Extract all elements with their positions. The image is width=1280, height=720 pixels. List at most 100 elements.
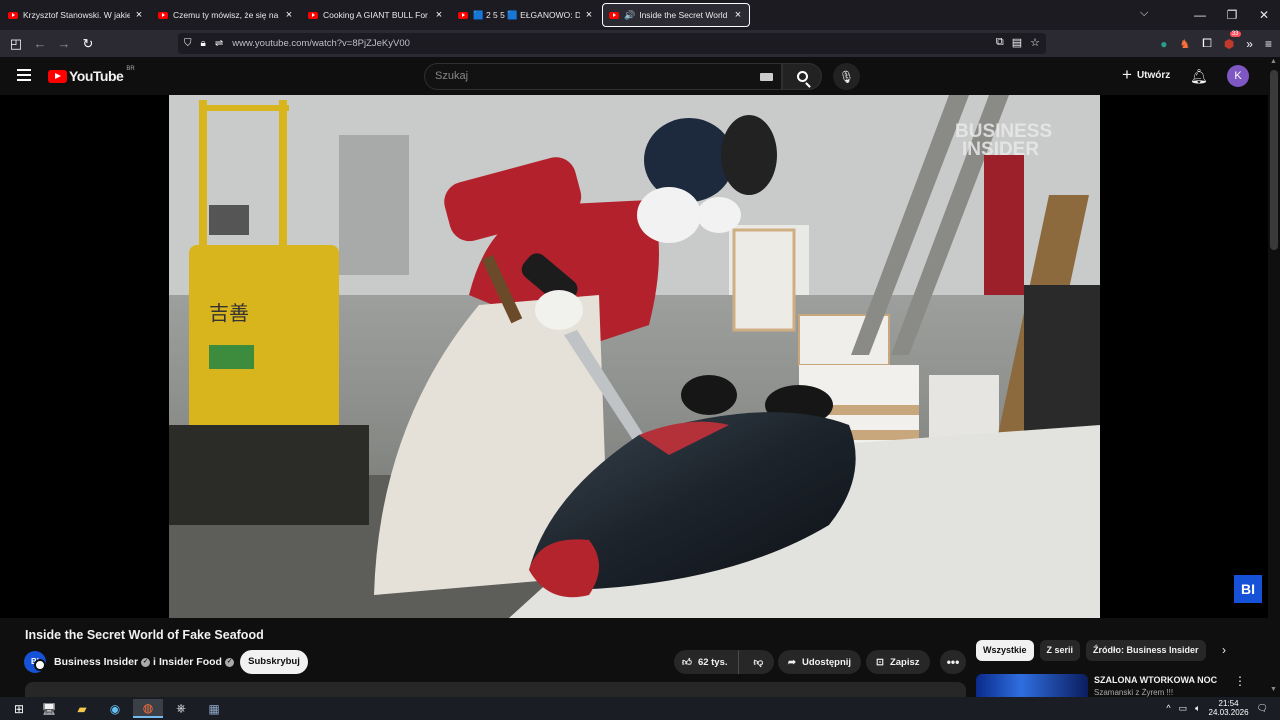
youtube-favicon-icon	[458, 11, 468, 19]
forward-icon[interactable]: →	[52, 36, 76, 51]
shield-icon[interactable]: ⛉	[184, 38, 192, 49]
windows-start-icon[interactable]: ⊞	[4, 699, 34, 718]
sidebar-toggle-icon[interactable]: ◰	[4, 36, 28, 52]
calculator-icon[interactable]: ▦	[199, 699, 229, 718]
scroll-up-arrow-icon[interactable]: ▲	[1270, 58, 1277, 65]
youtube-logo[interactable]: YouTube BR	[48, 66, 135, 84]
tab-close-icon[interactable]: ×	[584, 9, 594, 21]
search-placeholder: Szukaj	[435, 70, 469, 82]
permissions-icon[interactable]: ⇌	[215, 38, 223, 49]
fox-extension-icon[interactable]: ♞	[1179, 37, 1190, 51]
notifications-bell-icon[interactable]: 🔔︎	[1190, 68, 1208, 85]
recommendation-menu-icon[interactable]: ⋮	[1234, 674, 1246, 688]
voice-search-button[interactable]: 🎙︎	[833, 63, 860, 90]
channel-joiner: i	[153, 656, 156, 668]
video-frame-illustration: 吉善 BUSINESS INSIDER	[169, 95, 1100, 618]
plus-icon: +	[1122, 65, 1132, 84]
back-icon[interactable]: ←	[28, 36, 52, 51]
browser-navbar: ◰ ← → ↻ ⛉ 🔒︎ ⇌ www.youtube.com/watch?v=8…	[0, 30, 1280, 57]
scroll-down-arrow-icon[interactable]: ▼	[1270, 686, 1277, 693]
browser-tab[interactable]: Krzysztof Stanowski. W jakiej sp×	[2, 3, 150, 27]
channel-name-secondary[interactable]: Insider Food	[159, 656, 222, 668]
network-icon[interactable]: ▭	[1179, 703, 1188, 714]
tab-close-icon[interactable]: ×	[733, 9, 743, 21]
volume-icon[interactable]: 🔈︎	[1195, 703, 1200, 714]
video-frame[interactable]: 吉善 BUSINESS INSIDER	[169, 95, 1100, 618]
tab-close-icon[interactable]: ×	[284, 9, 294, 21]
search-button[interactable]	[782, 63, 822, 90]
collab-channel-avatar[interactable]	[34, 659, 46, 671]
channel-watermark-logo[interactable]: BI	[1234, 575, 1262, 603]
chips-next-chevron-icon[interactable]: ›	[1222, 643, 1226, 657]
youtube-header: YouTube BR Szukaj 🎙︎ + Utwórz 🔔︎ K	[0, 57, 1268, 95]
search-icon	[796, 71, 808, 82]
youtube-play-icon	[48, 69, 67, 83]
overflow-chevrons-icon[interactable]: »	[1246, 37, 1253, 51]
reader-view-icon[interactable]: ▤	[1012, 36, 1022, 49]
tab-close-icon[interactable]: ×	[434, 9, 444, 21]
url-text[interactable]: www.youtube.com/watch?v=8PjZJeKyV00	[232, 38, 410, 49]
steering-wheel-app-icon[interactable]: ⎈	[166, 699, 196, 718]
like-button[interactable]: 👍︎ 62 tys.	[674, 650, 739, 674]
recommendation-title[interactable]: SZALONA WTORKOWA NOC	[1094, 675, 1217, 685]
reload-icon[interactable]: ↻	[76, 36, 100, 52]
youtube-favicon-icon	[158, 11, 168, 19]
thumbs-up-icon: 👍︎	[682, 657, 692, 668]
picture-in-picture-icon[interactable]: ⧉	[996, 36, 1004, 49]
recommendation-thumbnail[interactable]	[976, 674, 1088, 697]
browser-tab[interactable]: 🟦 2 5 5 🟦 EŁGANOWO: D ×	[452, 3, 600, 27]
hamburger-menu-icon[interactable]	[17, 69, 31, 84]
file-explorer-icon[interactable]: ▰	[67, 699, 97, 718]
steam-icon[interactable]: ◉	[100, 699, 130, 718]
system-tray: ^ ▭ 🔈︎ 21:54 24.03.2026 🗨︎	[1166, 699, 1268, 717]
restore-icon[interactable]: ❐	[1216, 8, 1248, 22]
thumbs-down-icon: 👎︎	[753, 657, 764, 668]
vpn-extension-icon[interactable]: ●	[1160, 37, 1167, 51]
chip-series[interactable]: Z serii	[1039, 640, 1081, 661]
channel-name-primary[interactable]: Business Insider	[54, 656, 138, 668]
more-horizontal-icon: •••	[946, 655, 960, 669]
chip-all[interactable]: Wszystkie	[976, 640, 1034, 661]
video-title: Inside the Secret World of Fake Seafood	[25, 628, 264, 642]
browser-tab-active[interactable]: 🔊Inside the Secret World of F×	[602, 3, 750, 27]
scrollbar-thumb[interactable]	[1270, 70, 1278, 250]
dislike-button[interactable]: 👎︎	[745, 656, 773, 668]
chip-source[interactable]: Źródło: Business Insider	[1086, 640, 1206, 661]
like-dislike-group: 👍︎ 62 tys. 👎︎	[674, 650, 774, 674]
browser-tab[interactable]: Cooking A GIANT BULL For A G×	[302, 3, 450, 27]
ublock-extension-icon[interactable]: ⬢ 33	[1224, 30, 1241, 51]
monitor-app-icon[interactable]: 🖥︎	[34, 699, 64, 718]
tab-list-chevron-icon[interactable]: ⌵	[1140, 7, 1148, 20]
tray-overflow-chevron-icon[interactable]: ^	[1166, 703, 1170, 713]
extension-badge-count: 33	[1229, 30, 1241, 37]
youtube-favicon-icon	[308, 11, 318, 19]
search-input[interactable]: Szukaj	[424, 63, 782, 90]
create-button[interactable]: + Utwórz	[1122, 65, 1170, 84]
channel-names[interactable]: Business Insider ✓ i Insider Food ✓	[54, 656, 234, 668]
lock-icon[interactable]: 🔒︎	[201, 38, 206, 49]
description-box[interactable]	[25, 682, 966, 697]
recommendation-channel[interactable]: Szamanski z Żyrem !!!	[1094, 688, 1173, 697]
close-window-icon[interactable]: ✕	[1248, 8, 1280, 22]
keyboard-icon[interactable]	[760, 73, 773, 81]
tab-close-icon[interactable]: ×	[134, 9, 144, 21]
like-count: 62 tys.	[697, 656, 728, 668]
browser-tab[interactable]: Czemu ty mówisz, że się na cieb×	[152, 3, 300, 27]
subscribe-button[interactable]: Subskrybuj	[240, 650, 308, 674]
clock[interactable]: 21:54 24.03.2026	[1209, 699, 1249, 717]
svg-text:吉善: 吉善	[209, 301, 249, 325]
notification-center-icon[interactable]: 🗨︎	[1257, 703, 1268, 714]
more-actions-button[interactable]: •••	[940, 650, 966, 674]
app-menu-icon[interactable]: ≡	[1265, 37, 1272, 51]
speaker-icon[interactable]: 🔊	[624, 10, 635, 21]
account-avatar[interactable]: K	[1227, 65, 1249, 87]
window-controls: — ❐ ✕	[1184, 0, 1280, 30]
bookmark-star-icon[interactable]: ☆	[1030, 36, 1040, 49]
url-bar[interactable]: ⛉ 🔒︎ ⇌ www.youtube.com/watch?v=8PjZJeKyV…	[178, 33, 1046, 54]
share-button[interactable]: ➦ Udostępnij	[778, 650, 862, 674]
browser-tab-strip: Krzysztof Stanowski. W jakiej sp× Czemu …	[0, 0, 1280, 30]
extensions-puzzle-icon[interactable]: ⧠	[1202, 36, 1212, 51]
minimize-icon[interactable]: —	[1184, 8, 1216, 22]
firefox-icon[interactable]: ◍	[133, 699, 163, 718]
save-button[interactable]: ⊡ Zapisz	[866, 650, 930, 674]
